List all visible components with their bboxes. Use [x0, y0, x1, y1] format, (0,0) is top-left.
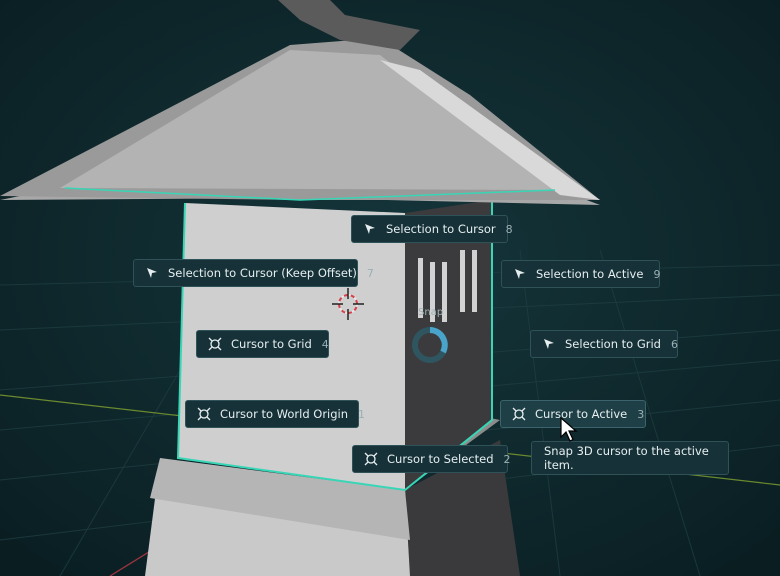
- cursor-to-selected-button[interactable]: Cursor to Selected 2: [352, 445, 511, 473]
- hotkey-label: 1: [358, 407, 366, 421]
- cursor-to-grid-button[interactable]: Cursor to Grid 4: [196, 330, 329, 358]
- selection-to-cursor-button[interactable]: Selection to Cursor 8: [351, 215, 513, 243]
- hotkey-label: 8: [505, 222, 513, 236]
- tooltip: Snap 3D cursor to the active item.: [531, 441, 729, 475]
- 3d-viewport[interactable]: [0, 0, 780, 576]
- hotkey-label: 3: [637, 407, 645, 421]
- arrow-cursor-icon: [144, 265, 160, 281]
- arrow-cursor-icon: [541, 336, 557, 352]
- button-label: Selection to Cursor: [386, 222, 496, 236]
- cursor-3d-icon: [511, 406, 527, 422]
- cursor-to-world-origin-button[interactable]: Cursor to World Origin 1: [185, 400, 365, 428]
- arrow-cursor-icon: [512, 266, 528, 282]
- selection-to-grid-button[interactable]: Selection to Grid 6: [530, 330, 678, 358]
- arrow-cursor-icon: [362, 221, 378, 237]
- selection-to-cursor-keep-offset-button[interactable]: Selection to Cursor (Keep Offset) 7: [133, 259, 374, 287]
- mouse-pointer-icon: [560, 417, 578, 442]
- pie-menu-title: Snap: [418, 307, 444, 318]
- button-label: Selection to Grid: [565, 337, 661, 351]
- button-label: Cursor to Active: [535, 407, 628, 421]
- hotkey-label: 7: [366, 266, 374, 280]
- cursor-3d-icon: [363, 451, 379, 467]
- button-label: Selection to Active: [536, 267, 644, 281]
- button-label: Cursor to Grid: [231, 337, 312, 351]
- button-label: Cursor to World Origin: [220, 407, 349, 421]
- cursor-3d-icon: [196, 406, 212, 422]
- hotkey-label: 9: [653, 267, 661, 281]
- hotkey-label: 6: [671, 337, 678, 351]
- hotkey-label: 2: [503, 452, 511, 466]
- button-label: Selection to Cursor (Keep Offset): [168, 266, 357, 280]
- cursor-3d-icon: [207, 336, 223, 352]
- hotkey-label: 4: [321, 337, 329, 351]
- button-label: Cursor to Selected: [387, 452, 494, 466]
- selection-to-active-button[interactable]: Selection to Active 9: [501, 260, 660, 288]
